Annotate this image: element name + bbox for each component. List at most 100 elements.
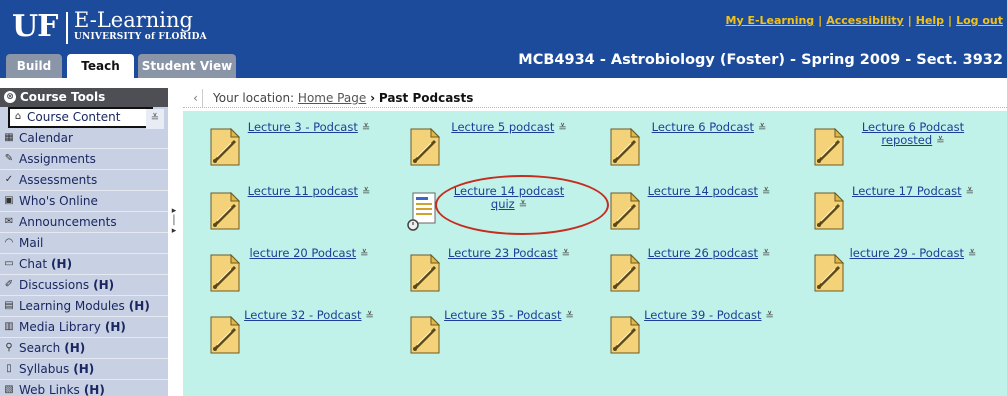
action-menu-icon[interactable]: ≚	[762, 186, 770, 199]
sidebar-tool-icon: ⚲	[5, 342, 13, 353]
podcast-item: Lecture 3 - Podcast ≚	[183, 111, 383, 173]
tab-teach[interactable]: Teach	[67, 54, 134, 78]
accessibility-link[interactable]: Accessibility	[826, 14, 904, 27]
sidebar-tool-icon: ▦	[4, 132, 14, 143]
podcast-link[interactable]: Lecture 17 Podcast	[852, 184, 962, 198]
podcast-link[interactable]: Lecture 5 podcast	[451, 120, 554, 134]
sidebar-item-announcements[interactable]: ✉ Announcements	[0, 212, 168, 233]
uf-elearning-logo[interactable]: UF E-Learning UNIVERSITY of FLORIDA	[12, 8, 227, 48]
sidebar-item-mail[interactable]: ◠ Mail	[0, 233, 168, 254]
podcast-link[interactable]: lecture 29 - Podcast	[850, 246, 964, 260]
tab-student-view[interactable]: Student View	[138, 54, 236, 78]
podcast-link[interactable]: Lecture 39 - Podcast	[644, 308, 761, 322]
podcast-link[interactable]: Lecture 32 - Podcast	[244, 308, 361, 322]
podcast-link[interactable]: lecture 20 Podcast	[249, 246, 356, 260]
action-menu-icon[interactable]: ≚	[936, 135, 944, 148]
action-menu-icon[interactable]: ≚	[566, 310, 574, 323]
podcast-file-icon[interactable]	[809, 191, 845, 231]
action-menu-icon[interactable]: ≚	[966, 186, 974, 199]
podcast-label: Lecture 39 - Podcast ≚	[643, 309, 775, 323]
podcast-file-icon[interactable]	[205, 253, 241, 293]
podcast-link[interactable]: Lecture 6 Podcast	[652, 120, 754, 134]
podcast-file-icon[interactable]	[605, 253, 641, 293]
action-menu-icon[interactable]: ≚	[766, 310, 774, 323]
sidebar-resize-handle[interactable]: ▸ │ ▸	[169, 206, 179, 246]
logo-divider	[66, 12, 68, 44]
sidebar-item-hidden-flag: (H)	[128, 299, 150, 313]
sidebar-item-learning-modules[interactable]: ▤ Learning Modules (H)	[0, 296, 168, 317]
podcast-item: Lecture 6 Podcast reposted ≚	[787, 111, 987, 173]
podcast-item: Lecture 35 - Podcast ≚	[383, 299, 583, 361]
breadcrumb-separator: ›	[370, 91, 376, 105]
podcast-link[interactable]: Lecture 6 Podcast reposted	[862, 120, 964, 147]
podcast-link[interactable]: Lecture 23 Podcast	[448, 246, 558, 260]
breadcrumb-prefix: Your location:	[213, 91, 295, 105]
my-elearning-link[interactable]: My E-Learning	[726, 14, 815, 27]
help-link[interactable]: Help	[916, 14, 944, 27]
sidebar-item-discussions[interactable]: ✐ Discussions (H)	[0, 275, 168, 296]
action-menu-icon[interactable]: ≚	[362, 122, 370, 135]
podcast-label: Lecture 6 Podcast ≚	[643, 121, 775, 135]
action-menu-icon[interactable]: ≚	[968, 248, 976, 261]
podcast-file-icon[interactable]	[405, 315, 441, 355]
podcast-link[interactable]: Lecture 35 - Podcast	[444, 308, 561, 322]
podcast-file-icon[interactable]	[809, 253, 845, 293]
podcast-link[interactable]: Lecture 11 podcast	[248, 184, 358, 198]
sidebar-item-syllabus[interactable]: ▯ Syllabus (H)	[0, 359, 168, 380]
podcast-file-icon[interactable]	[605, 315, 641, 355]
sidebar-item-calendar[interactable]: ▦ Calendar	[0, 128, 168, 149]
course-content-dropdown-icon[interactable]: ≚	[146, 109, 164, 129]
sidebar-item-web-links[interactable]: ▧ Web Links (H)	[0, 380, 168, 396]
breadcrumb-home-link[interactable]: Home Page	[298, 91, 366, 105]
sidebar-item-course-content[interactable]: ⌂ Course Content	[8, 107, 153, 128]
sidebar-item-hidden-flag: (H)	[64, 341, 86, 355]
sidebar-item-chat[interactable]: ▭ Chat (H)	[0, 254, 168, 275]
quiz-file-icon[interactable]	[405, 191, 441, 231]
podcast-label: Lecture 5 podcast ≚	[443, 121, 575, 135]
sidebar-item-label: Assignments	[19, 152, 96, 166]
podcast-link[interactable]: Lecture 14 podcast	[648, 184, 758, 198]
podcast-file-icon[interactable]	[809, 127, 845, 167]
back-arrow-icon[interactable]: ‹	[189, 89, 203, 107]
sidebar-item-search[interactable]: ⚲ Search (H)	[0, 338, 168, 359]
action-menu-icon[interactable]: ≚	[366, 310, 374, 323]
sidebar-tool-icon: ✐	[4, 279, 14, 290]
podcast-item: lecture 20 Podcast ≚	[183, 237, 383, 299]
podcast-file-icon[interactable]	[405, 253, 441, 293]
sidebar-item-who-s-online[interactable]: ▣ Who's Online	[0, 191, 168, 212]
podcast-item: Lecture 5 podcast ≚	[383, 111, 583, 173]
action-menu-icon[interactable]: ≚	[758, 122, 766, 135]
sidebar-item-assessments[interactable]: ✓ Assessments	[0, 170, 168, 191]
sidebar-item-label: Search	[19, 341, 61, 355]
podcast-file-icon[interactable]	[205, 127, 241, 167]
sidebar-tool-icon: ▭	[4, 258, 14, 269]
collapse-circle-icon[interactable]: ⊗	[4, 91, 16, 103]
course-tools-header[interactable]: ⊗ Course Tools	[0, 88, 168, 107]
podcast-link[interactable]: Lecture 26 podcast	[648, 246, 758, 260]
action-menu-icon[interactable]: ≚	[558, 122, 566, 135]
action-menu-icon[interactable]: ≚	[362, 186, 370, 199]
sidebar-item-assignments[interactable]: ✎ Assignments	[0, 149, 168, 170]
sidebar-tool-icon: ▯	[6, 363, 12, 374]
podcast-item: Lecture 23 Podcast ≚	[383, 237, 583, 299]
sidebar-item-hidden-flag: (H)	[83, 383, 105, 396]
podcast-file-icon[interactable]	[205, 315, 241, 355]
podcast-file-icon[interactable]	[605, 127, 641, 167]
podcast-label: Lecture 32 - Podcast ≚	[243, 309, 375, 323]
sidebar-item-label: Chat	[19, 257, 48, 271]
sidebar-item-label: Who's Online	[19, 194, 98, 208]
sidebar-tool-icon: ⌂	[14, 111, 22, 122]
logout-link[interactable]: Log out	[956, 14, 1003, 27]
tab-build[interactable]: Build	[6, 54, 62, 78]
podcast-file-icon[interactable]	[405, 127, 441, 167]
podcast-link[interactable]: Lecture 3 - Podcast	[248, 120, 358, 134]
action-menu-icon[interactable]: ≚	[562, 248, 570, 261]
action-menu-icon[interactable]: ≚	[360, 248, 368, 261]
sidebar-item-media-library[interactable]: ▥ Media Library (H)	[0, 317, 168, 338]
podcast-item: lecture 29 - Podcast ≚	[787, 237, 987, 299]
sidebar-item-label: Learning Modules	[19, 299, 125, 313]
podcast-file-icon[interactable]	[205, 191, 241, 231]
sidebar-tool-icon: ✓	[4, 174, 14, 185]
action-menu-icon[interactable]: ≚	[762, 248, 770, 261]
podcast-file-icon[interactable]	[605, 191, 641, 231]
